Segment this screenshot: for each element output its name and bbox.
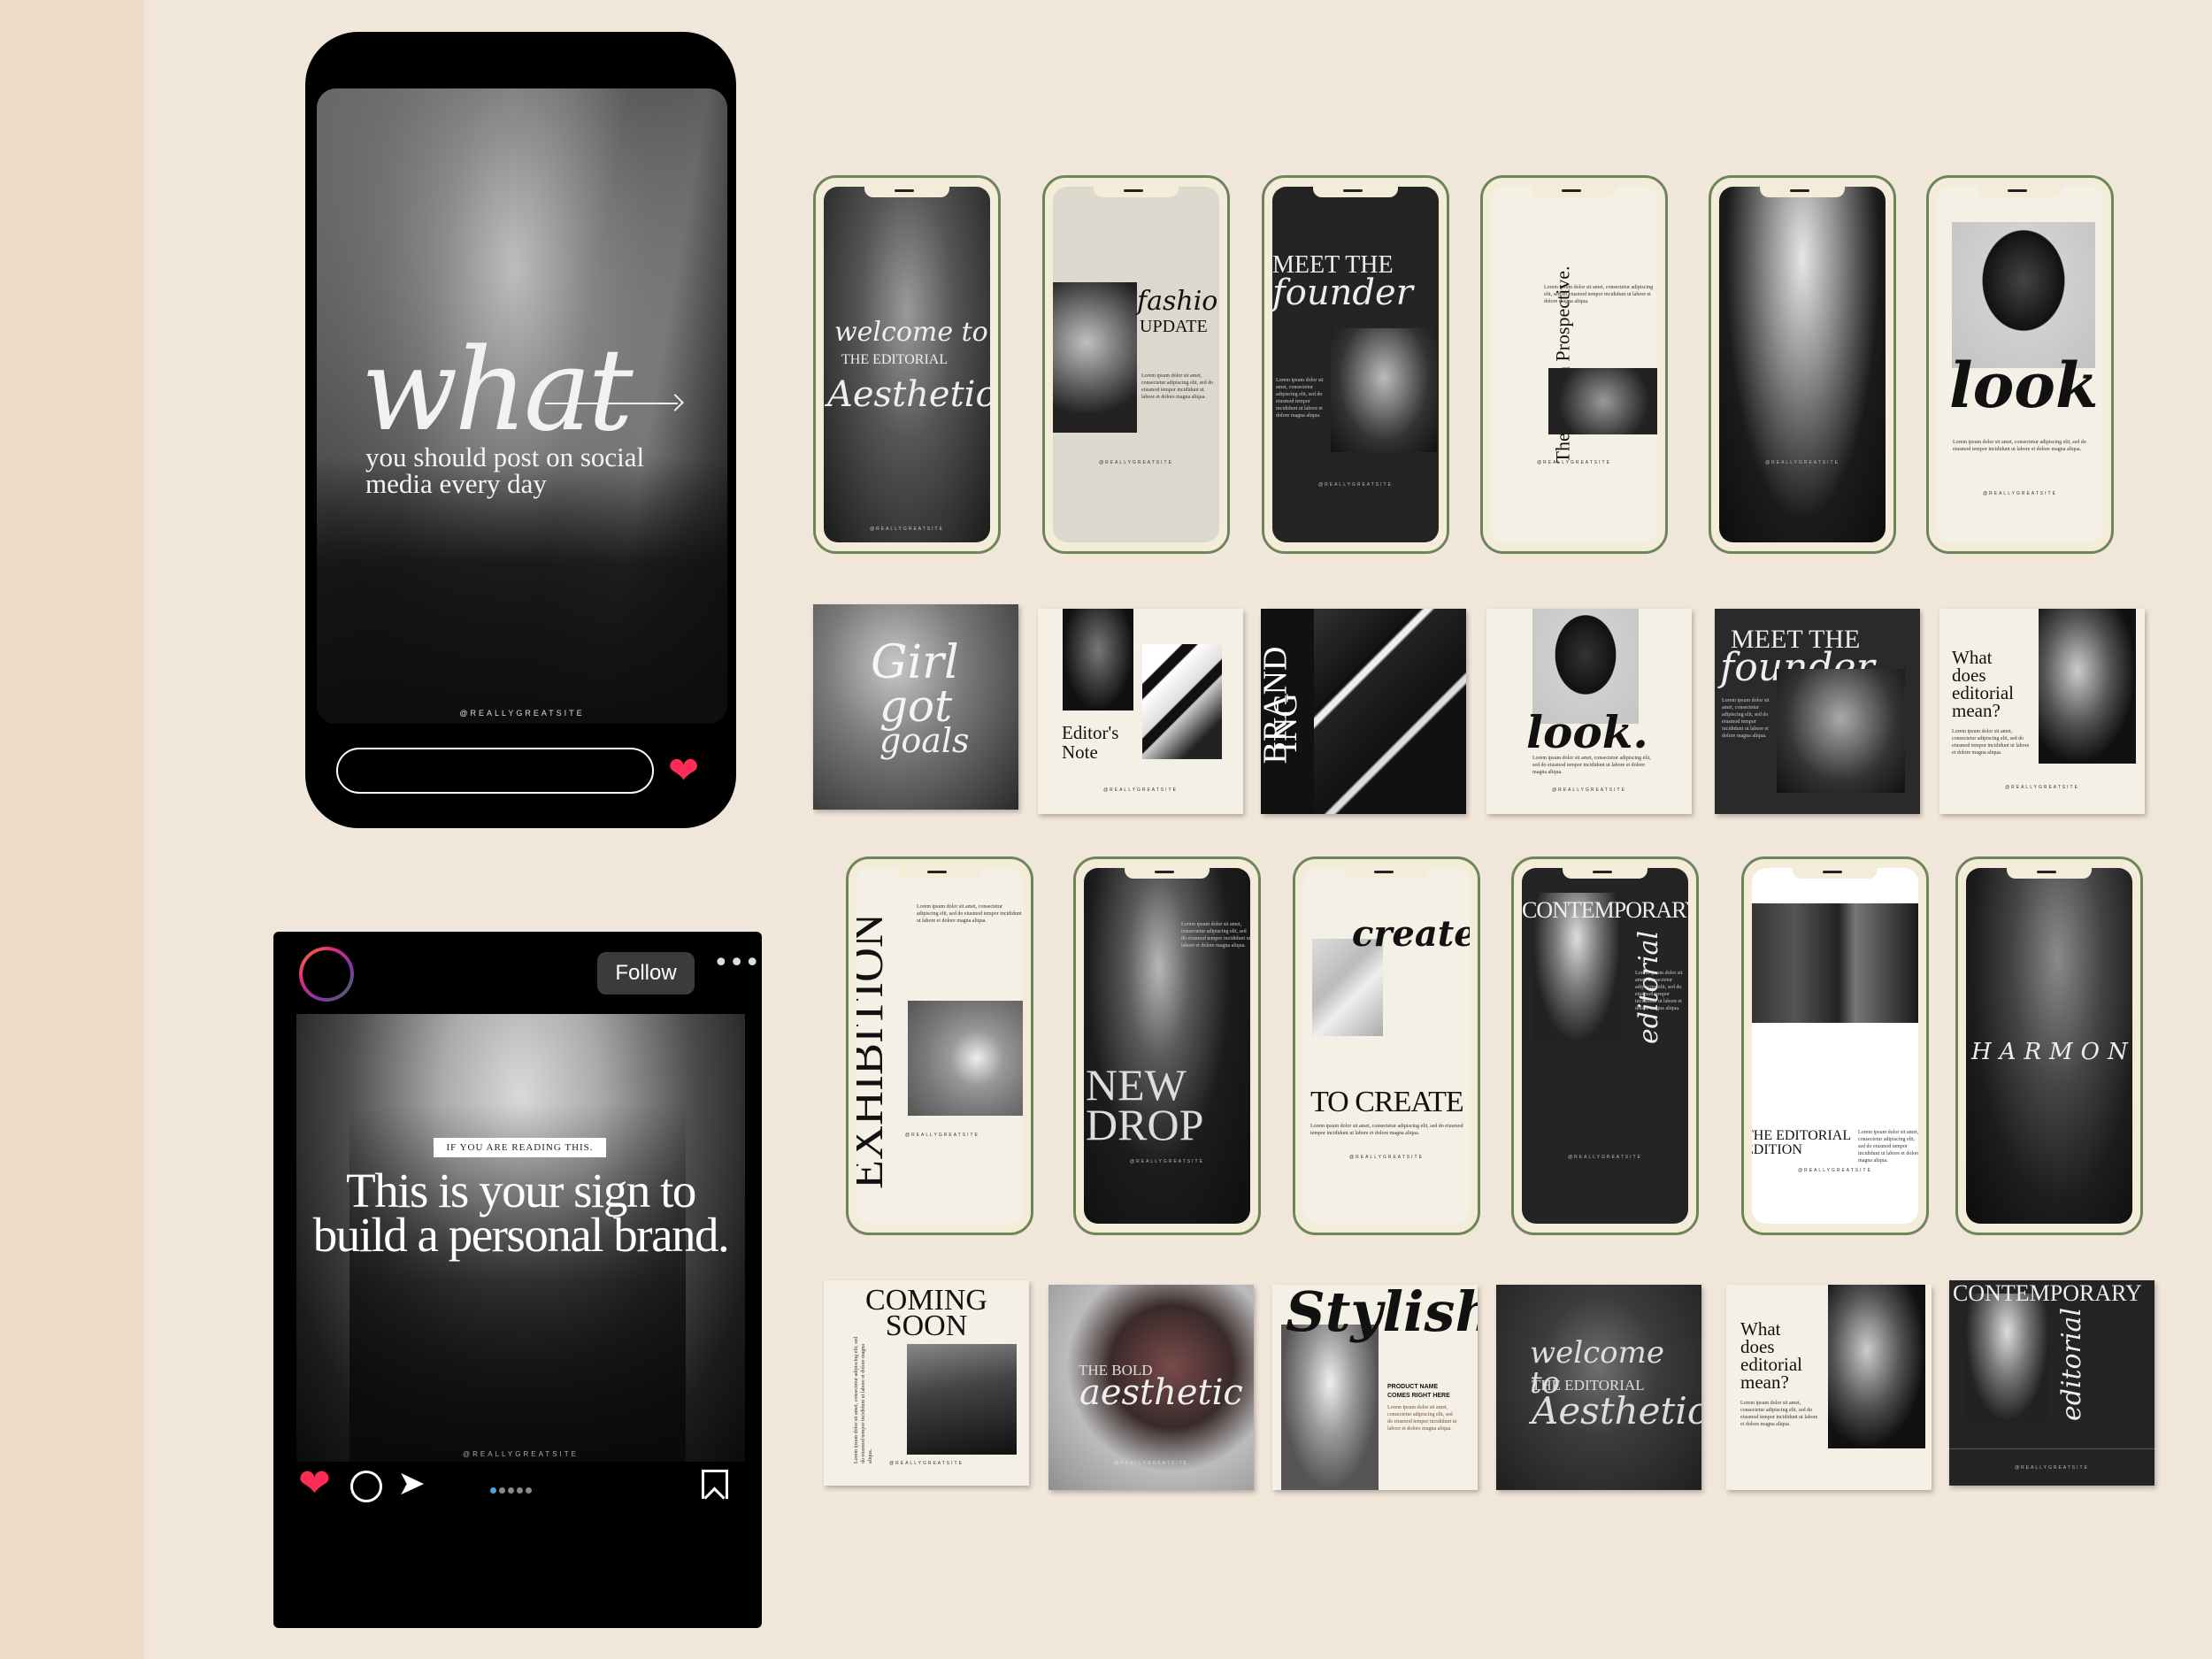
- story-handle: @REALLYGREATSITE: [459, 709, 585, 718]
- comment-icon[interactable]: [350, 1471, 382, 1502]
- template-post-branding[interactable]: BRAND ING: [1261, 609, 1466, 814]
- template-story-harmony[interactable]: HARMONY: [1955, 856, 2143, 1235]
- template-story-welcome[interactable]: welcome to THE EDITORIAL Aesthetic @REAL…: [813, 175, 1001, 554]
- heart-icon[interactable]: ❤: [298, 1464, 331, 1503]
- bookmark-icon[interactable]: [702, 1470, 728, 1499]
- template-post-what-editorial-2[interactable]: What does editorial mean? Lorem ipsum do…: [1726, 1285, 1932, 1490]
- template-story-created-to-create[interactable]: created TO CREATE Lorem ipsum dolor sit …: [1293, 856, 1480, 1235]
- template-story-meet-founder[interactable]: MEET THE founder Lorem ipsum dolor sit a…: [1262, 175, 1449, 554]
- template-story-new-drop[interactable]: NEW DROP Lorem ipsum dolor sit amet, con…: [1073, 856, 1261, 1235]
- post-image[interactable]: IF YOU ARE READING THIS. This is your si…: [296, 1014, 745, 1462]
- template-post-editors-note[interactable]: Editor's Note @REALLYGREATSITE: [1038, 609, 1243, 814]
- story-reply-input[interactable]: [336, 748, 654, 794]
- template-post-what-editorial[interactable]: What does editorial mean? Lorem ipsum do…: [1939, 609, 2145, 814]
- story-screen[interactable]: what you should post on social media eve…: [317, 88, 727, 724]
- post-label: IF YOU ARE READING THIS.: [434, 1138, 606, 1157]
- post-title: This is your sign to build a personal br…: [312, 1164, 730, 1262]
- template-story-modern-prospective[interactable]: Lorem ipsum dolor sit amet, consectetur …: [1480, 175, 1668, 554]
- template-story-contemporary[interactable]: CONTEMPORARY editorial Lorem ipsum dolor…: [1511, 856, 1699, 1235]
- avatar[interactable]: [299, 947, 354, 1002]
- template-post-stylish[interactable]: Stylish PRODUCT NAME COMES RIGHT HERE Lo…: [1272, 1285, 1478, 1490]
- heart-icon[interactable]: ❤: [668, 753, 699, 790]
- story-big-word: what: [361, 325, 634, 457]
- instagram-post-mockup: Follow ••• IF YOU ARE READING THIS. This…: [273, 932, 762, 1628]
- template-post-coming-soon[interactable]: COMING SOON Lorem ipsum dolor sit amet, …: [824, 1280, 1029, 1486]
- more-icon[interactable]: •••: [713, 948, 760, 979]
- send-icon[interactable]: ➤: [397, 1466, 426, 1500]
- left-band: [0, 0, 144, 1659]
- template-post-meet-founder[interactable]: MEET THE founder Lorem ipsum dolor sit a…: [1715, 609, 1920, 814]
- story-phone-mockup: what you should post on social media eve…: [305, 32, 736, 828]
- template-story-duo-photo[interactable]: @REALLYGREATSITE: [1709, 175, 1896, 554]
- arrow-right-icon: [545, 403, 678, 404]
- template-story-look[interactable]: look. Lorem ipsum dolor sit amet, consec…: [1926, 175, 2114, 554]
- template-post-girl-goals[interactable]: Girl got goals: [813, 604, 1018, 810]
- carousel-dots: [490, 1482, 534, 1498]
- template-post-contemporary[interactable]: CONTEMPORARY editorial @REALLYGREATSITE: [1949, 1280, 2154, 1486]
- template-post-bold-aesthetic[interactable]: THE BOLD aesthetic @REALLYGREATSITE: [1048, 1285, 1254, 1490]
- template-story-exhibition[interactable]: EXHIBITION Lorem ipsum dolor sit amet, c…: [846, 856, 1033, 1235]
- follow-button[interactable]: Follow: [597, 952, 695, 995]
- post-handle: @REALLYGREATSITE: [463, 1450, 579, 1458]
- story-subtitle: you should post on social media every da…: [365, 442, 645, 499]
- template-story-editorial-edition[interactable]: THE EDITORIAL EDITION Lorem ipsum dolor …: [1741, 856, 1929, 1235]
- template-post-welcome-editorial[interactable]: welcome to THE EDITORIAL Aesthetic: [1496, 1285, 1701, 1490]
- template-post-look[interactable]: look. Lorem ipsum dolor sit amet, consec…: [1486, 609, 1692, 814]
- template-story-fashion[interactable]: fashion UPDATE Lorem ipsum dolor sit ame…: [1042, 175, 1230, 554]
